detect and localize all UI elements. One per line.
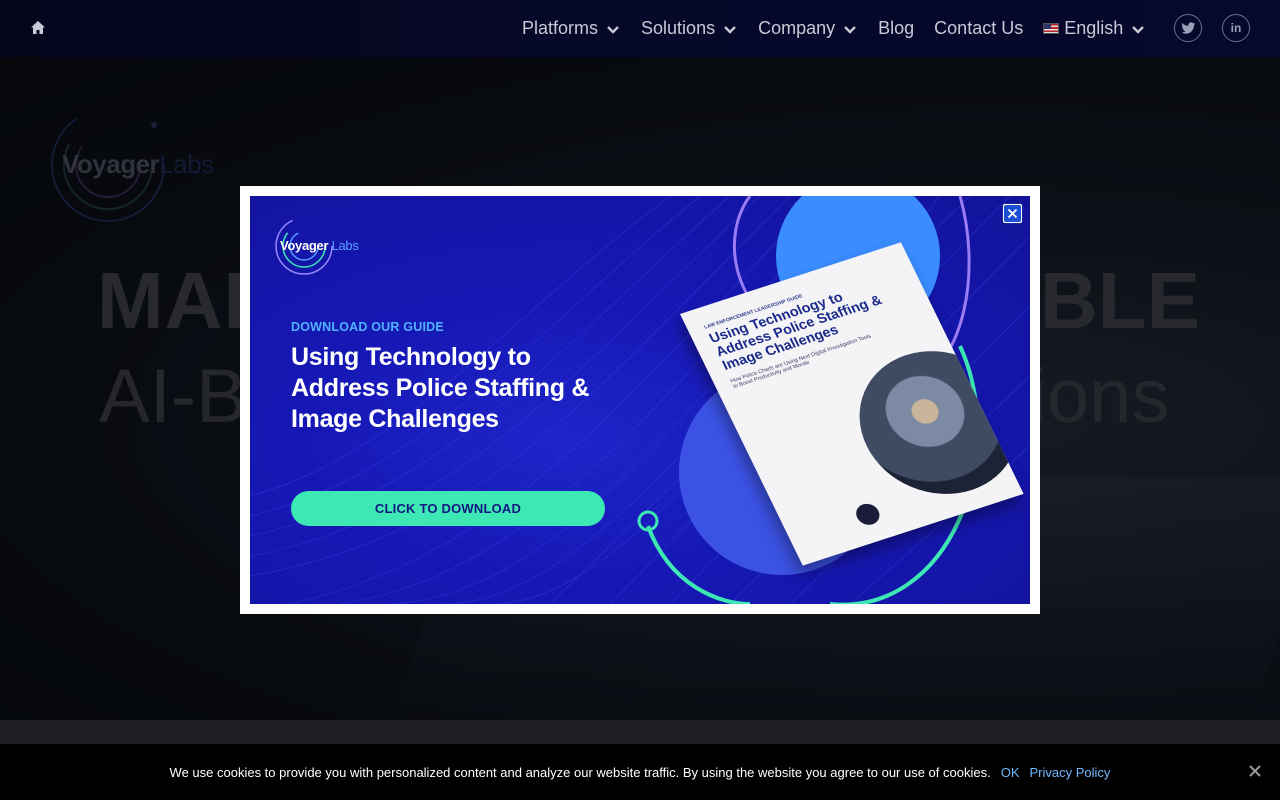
linkedin-link[interactable]: in — [1222, 14, 1250, 42]
nav-item-platforms[interactable]: Platforms — [522, 18, 619, 39]
download-guide-modal: Voyager Labs DOWNLOAD OUR GUIDE Using Te… — [240, 186, 1040, 614]
section-divider — [0, 720, 1280, 744]
click-to-download-button[interactable]: CLICK TO DOWNLOAD — [291, 491, 605, 526]
cookie-message: We use cookies to provide you with perso… — [169, 764, 991, 780]
nav-label: Blog — [878, 18, 915, 38]
us-flag-icon — [1043, 23, 1060, 34]
banner-logo-text: Voyager Labs — [280, 238, 359, 253]
banner-logo: Voyager Labs — [274, 216, 364, 276]
nav-item-solutions[interactable]: Solutions — [641, 18, 736, 39]
banner-title: Using Technology to Address Police Staff… — [291, 343, 590, 433]
top-navigation-bar: Platforms Solutions Company Blog Contact… — [0, 0, 1280, 57]
nav-item-blog[interactable]: Blog — [878, 18, 914, 39]
close-modal-button[interactable] — [1002, 203, 1023, 224]
main-nav: Platforms Solutions Company Blog Contact… — [522, 0, 1145, 57]
guide-banner[interactable]: Voyager Labs DOWNLOAD OUR GUIDE Using Te… — [250, 196, 1030, 604]
language-selector[interactable]: English — [1043, 18, 1145, 39]
nav-item-company[interactable]: Company — [758, 18, 856, 39]
nav-label: Platforms — [522, 18, 599, 38]
chevron-down-icon — [724, 25, 736, 34]
nav-label: Solutions — [641, 18, 716, 38]
book-logo-icon — [852, 501, 884, 528]
chevron-down-icon — [1132, 25, 1145, 34]
language-label: English — [1064, 18, 1124, 38]
home-icon[interactable] — [28, 18, 48, 38]
privacy-policy-link[interactable]: Privacy Policy — [1030, 765, 1111, 780]
banner-kicker: DOWNLOAD OUR GUIDE — [291, 320, 444, 334]
chevron-down-icon — [607, 25, 619, 34]
nav-label: Contact Us — [934, 18, 1024, 38]
nav-item-contact-us[interactable]: Contact Us — [934, 18, 1023, 39]
nav-label: Company — [758, 18, 836, 38]
linkedin-icon: in — [1230, 21, 1242, 35]
twitter-icon — [1180, 21, 1195, 34]
cookie-ok-link[interactable]: OK — [1001, 765, 1020, 780]
twitter-link[interactable] — [1174, 14, 1202, 42]
close-icon — [1004, 205, 1021, 222]
chevron-down-icon — [844, 25, 856, 34]
close-icon[interactable] — [1248, 764, 1262, 778]
cookie-consent-bar: We use cookies to provide you with perso… — [0, 744, 1280, 800]
